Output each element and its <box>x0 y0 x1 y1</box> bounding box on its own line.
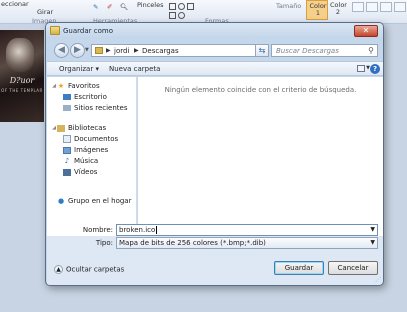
nav-music[interactable]: ♪ Música <box>47 156 136 167</box>
chevron-up-icon: ▲ <box>54 265 63 274</box>
paint-image: D?uor OF THE TEMPLAR <box>0 30 44 122</box>
swatch-3[interactable] <box>380 2 392 12</box>
history-dropdown-icon[interactable]: ▼ <box>85 47 89 53</box>
command-toolbar: Organizar ▾ Nueva carpeta ▼ ? <box>47 61 383 76</box>
swatch-2[interactable] <box>366 2 378 12</box>
libraries-icon <box>57 125 65 132</box>
organize-menu[interactable]: Organizar ▾ <box>59 65 99 73</box>
save-button[interactable]: Guardar <box>274 261 324 275</box>
filename-dropdown-icon[interactable]: ▼ <box>370 225 375 235</box>
images-icon <box>63 147 71 154</box>
navigation-pane: ◢ ★ Favoritos Escritorio Sitios reciente… <box>47 77 137 236</box>
breadcrumb-jordi[interactable]: jordi <box>114 47 129 55</box>
breadcrumb-descargas[interactable]: Descargas <box>142 47 179 55</box>
paint-ribbon: eccionar Girar Imagen Herramientas ✎ ✐ 🔍… <box>0 0 407 25</box>
save-as-dialog: Guardar como ✕ ◀ ▶ ▼ ▶ jordi ▶ Descargas… <box>45 22 384 286</box>
recent-places-icon <box>63 105 71 111</box>
search-box[interactable]: Buscar Descargas ⚲ <box>271 44 378 57</box>
magnifier-icon[interactable]: 🔍︎ <box>120 3 128 11</box>
dialog-titlebar[interactable]: Guardar como ✕ <box>46 23 383 39</box>
help-icon[interactable]: ? <box>370 64 380 74</box>
shape-arrow-icon[interactable] <box>169 12 176 19</box>
filename-label: Nombre: <box>82 226 113 234</box>
file-list[interactable]: Ningún elemento coincide con el criterio… <box>138 77 383 236</box>
nav-videos[interactable]: Vídeos <box>47 167 136 178</box>
nav-favorites-label: Favoritos <box>68 82 100 90</box>
refresh-icon: ⇆ <box>258 46 266 55</box>
filetype-value: Mapa de bits de 256 colores (*.bmp;*.dib… <box>119 239 266 247</box>
dialog-title: Guardar como <box>63 27 113 35</box>
brushes-button[interactable]: Pinceles <box>137 1 163 9</box>
color2-button[interactable]: Color 2 <box>330 2 347 16</box>
paint-app-icon <box>50 26 60 35</box>
rotate-button[interactable]: Girar <box>37 8 53 16</box>
hide-folders-label: Ocultar carpetas <box>66 265 125 274</box>
close-icon: ✕ <box>362 26 370 35</box>
nav-music-label: Música <box>74 157 99 165</box>
select-button[interactable]: eccionar <box>1 0 29 8</box>
desktop-icon <box>63 94 71 100</box>
image-face <box>6 38 34 72</box>
cancel-button[interactable]: Cancelar <box>328 261 378 275</box>
breadcrumb-separator-icon[interactable]: ▶ <box>134 47 139 54</box>
address-bar[interactable]: ▶ jordi ▶ Descargas ▼ <box>91 44 264 57</box>
search-input[interactable]: Buscar Descargas <box>276 47 339 55</box>
shape-rect-icon[interactable] <box>169 3 176 10</box>
search-icon[interactable]: ⚲ <box>368 46 374 55</box>
size-button[interactable]: Tamaño <box>276 2 301 10</box>
swatch-4[interactable] <box>394 2 406 12</box>
shape-star-icon[interactable] <box>178 12 185 19</box>
nav-homegroup[interactable]: ● Grupo en el hogar <box>47 196 136 207</box>
nav-videos-label: Vídeos <box>74 168 98 176</box>
close-button[interactable]: ✕ <box>354 25 378 37</box>
nav-homegroup-label: Grupo en el hogar <box>68 197 132 205</box>
nav-favorites[interactable]: ◢ ★ Favoritos <box>47 81 136 92</box>
folder-icon <box>95 47 103 54</box>
filename-field[interactable]: broken.ico ▼ <box>116 224 378 236</box>
filetype-label: Tipo: <box>95 239 113 247</box>
color1-label: Color 1 <box>309 2 327 17</box>
hide-folders-button[interactable]: ▲ Ocultar carpetas <box>54 265 124 274</box>
homegroup-icon: ● <box>57 197 65 205</box>
nav-images-label: Imágenes <box>74 146 109 154</box>
forward-button[interactable]: ▶ <box>70 43 85 58</box>
nav-libraries[interactable]: ◢ Bibliotecas <box>47 123 136 134</box>
image-subtitle: OF THE TEMPLAR <box>1 88 43 93</box>
swatch-1[interactable] <box>352 2 364 12</box>
star-icon: ★ <box>57 82 65 90</box>
shape-ellipse-icon[interactable] <box>178 3 185 10</box>
nav-documents[interactable]: Documentos <box>47 134 136 145</box>
music-icon: ♪ <box>64 157 70 165</box>
empty-message: Ningún elemento coincide con el criterio… <box>164 86 357 94</box>
nav-desktop-label: Escritorio <box>74 93 107 101</box>
nav-libraries-label: Bibliotecas <box>68 124 107 132</box>
forward-arrow-icon: ▶ <box>74 45 81 55</box>
nav-documents-label: Documentos <box>74 135 119 143</box>
nav-images[interactable]: Imágenes <box>47 145 136 156</box>
refresh-button[interactable]: ⇆ <box>255 44 269 57</box>
back-arrow-icon: ◀ <box>58 45 65 55</box>
videos-icon <box>63 169 71 176</box>
image-logo: D?uor <box>9 76 35 85</box>
nav-recent[interactable]: Sitios recientes <box>47 103 136 114</box>
shape-diamond-icon[interactable] <box>187 3 194 10</box>
documents-icon <box>63 135 71 143</box>
fill-icon[interactable]: ✐ <box>107 3 112 11</box>
filename-value: broken.ico <box>119 226 156 234</box>
resize-grip-icon[interactable]: ⋰ <box>375 276 381 283</box>
nav-recent-label: Sitios recientes <box>74 104 128 112</box>
new-folder-button[interactable]: Nueva carpeta <box>109 65 160 73</box>
back-button[interactable]: ◀ <box>54 43 69 58</box>
filetype-select[interactable]: Mapa de bits de 256 colores (*.bmp;*.dib… <box>116 237 378 249</box>
nav-desktop[interactable]: Escritorio <box>47 92 136 103</box>
filetype-dropdown-icon[interactable]: ▼ <box>370 238 375 248</box>
color1-button[interactable]: Color 1 <box>306 0 328 20</box>
view-options-icon[interactable] <box>357 65 365 72</box>
breadcrumb-separator-icon[interactable]: ▶ <box>106 47 111 54</box>
pencil-icon[interactable]: ✎ <box>93 3 98 11</box>
